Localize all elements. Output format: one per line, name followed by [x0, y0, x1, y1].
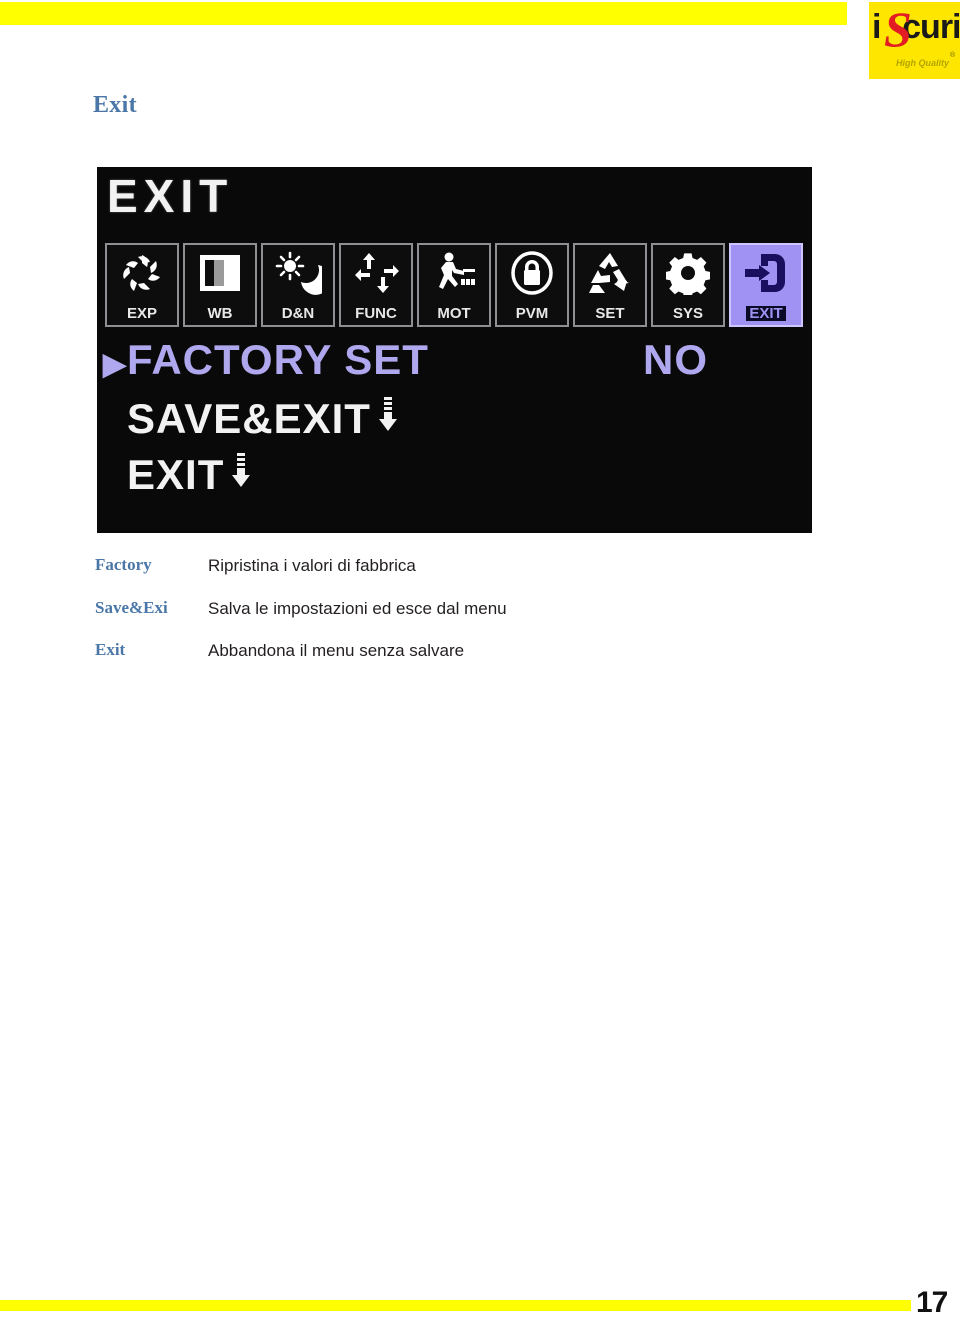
osd-screenshot: EXIT EXP WB D&N FUNC MOT PVM SET SYS EXI… — [97, 167, 812, 533]
footer-yellow-bar — [0, 1300, 911, 1311]
osd-icon-set[interactable]: SET — [573, 243, 647, 327]
osd-menu-list: ▶ FACTORY SET NO SAVE&EXIT EXIT — [103, 339, 803, 507]
osd-icon-exit[interactable]: EXIT — [729, 243, 803, 327]
page-number: 17 — [916, 1286, 948, 1319]
table-row: Factory Ripristina i valori di fabbrica — [95, 555, 715, 576]
osd-menu-label: SAVE&EXIT — [127, 395, 371, 442]
osd-icon-mot[interactable]: MOT — [417, 243, 491, 327]
iris-aperture-icon — [107, 245, 177, 301]
description-term: Exit — [95, 640, 126, 660]
osd-icon-bar: EXP WB D&N FUNC MOT PVM SET SYS EXIT — [105, 243, 803, 327]
osd-menu-item-factory-set[interactable]: ▶ FACTORY SET NO — [103, 339, 803, 395]
logo-tagline: High Quality — [896, 58, 950, 68]
osd-menu-label: EXIT — [127, 451, 225, 498]
recycle-set-icon — [575, 245, 645, 301]
description-text: Salva le impostazioni ed esce dal menu — [208, 598, 507, 618]
osd-icon-func[interactable]: FUNC — [339, 243, 413, 327]
description-text: Ripristina i valori di fabbrica — [208, 556, 416, 575]
table-row: Exit Abbandona il menu senza salvare — [95, 640, 715, 661]
osd-icon-label: SET — [595, 305, 625, 322]
submenu-down-arrow-icon — [377, 397, 399, 440]
description-table: Factory Ripristina i valori di fabbrica … — [95, 555, 715, 684]
table-row: Save&Exi Salva le impostazioni ed esce d… — [95, 597, 715, 619]
osd-icon-label: WB — [207, 305, 233, 322]
exit-door-icon — [731, 245, 801, 301]
osd-icon-label: FUNC — [355, 305, 397, 322]
header-yellow-bar — [0, 2, 847, 25]
submenu-down-arrow-icon — [230, 453, 252, 496]
gear-icon — [653, 245, 723, 301]
privacy-lock-icon — [497, 245, 567, 301]
osd-icon-label: EXIT — [746, 306, 786, 321]
osd-icon-label: PVM — [515, 305, 549, 322]
motion-person-icon — [419, 245, 489, 301]
osd-icon-pvm[interactable]: PVM — [495, 243, 569, 327]
brand-logo: iScuri S ® High Quality — [869, 2, 960, 79]
description-term: Save&Exi — [95, 597, 168, 617]
osd-icon-wb[interactable]: WB — [183, 243, 257, 327]
osd-icon-sys[interactable]: SYS — [651, 243, 725, 327]
page-title: Exit — [93, 92, 137, 118]
selection-caret-icon: ▶ — [103, 348, 127, 381]
description-term: Factory — [95, 555, 152, 574]
osd-icon-label: SYS — [672, 305, 703, 322]
osd-icon-exp[interactable]: EXP — [105, 243, 179, 327]
osd-icon-dn[interactable]: D&N — [261, 243, 335, 327]
logo-accent-letter: S — [884, 2, 912, 57]
osd-icon-label: MOT — [437, 305, 471, 322]
osd-icon-label: EXP — [126, 305, 157, 322]
osd-menu-item-save-and-exit[interactable]: SAVE&EXIT — [103, 395, 803, 451]
four-arrows-icon — [341, 245, 411, 301]
white-balance-icon — [185, 245, 255, 301]
osd-menu-value[interactable]: NO — [643, 339, 708, 381]
osd-icon-label: D&N — [281, 305, 315, 322]
osd-menu-label: FACTORY SET — [127, 336, 429, 383]
day-night-icon — [263, 245, 333, 301]
registered-mark-icon: ® — [950, 52, 956, 59]
osd-menu-item-exit[interactable]: EXIT — [103, 451, 803, 507]
description-text: Abbandona il menu senza salvare — [208, 641, 465, 661]
osd-title: EXIT — [107, 170, 234, 222]
